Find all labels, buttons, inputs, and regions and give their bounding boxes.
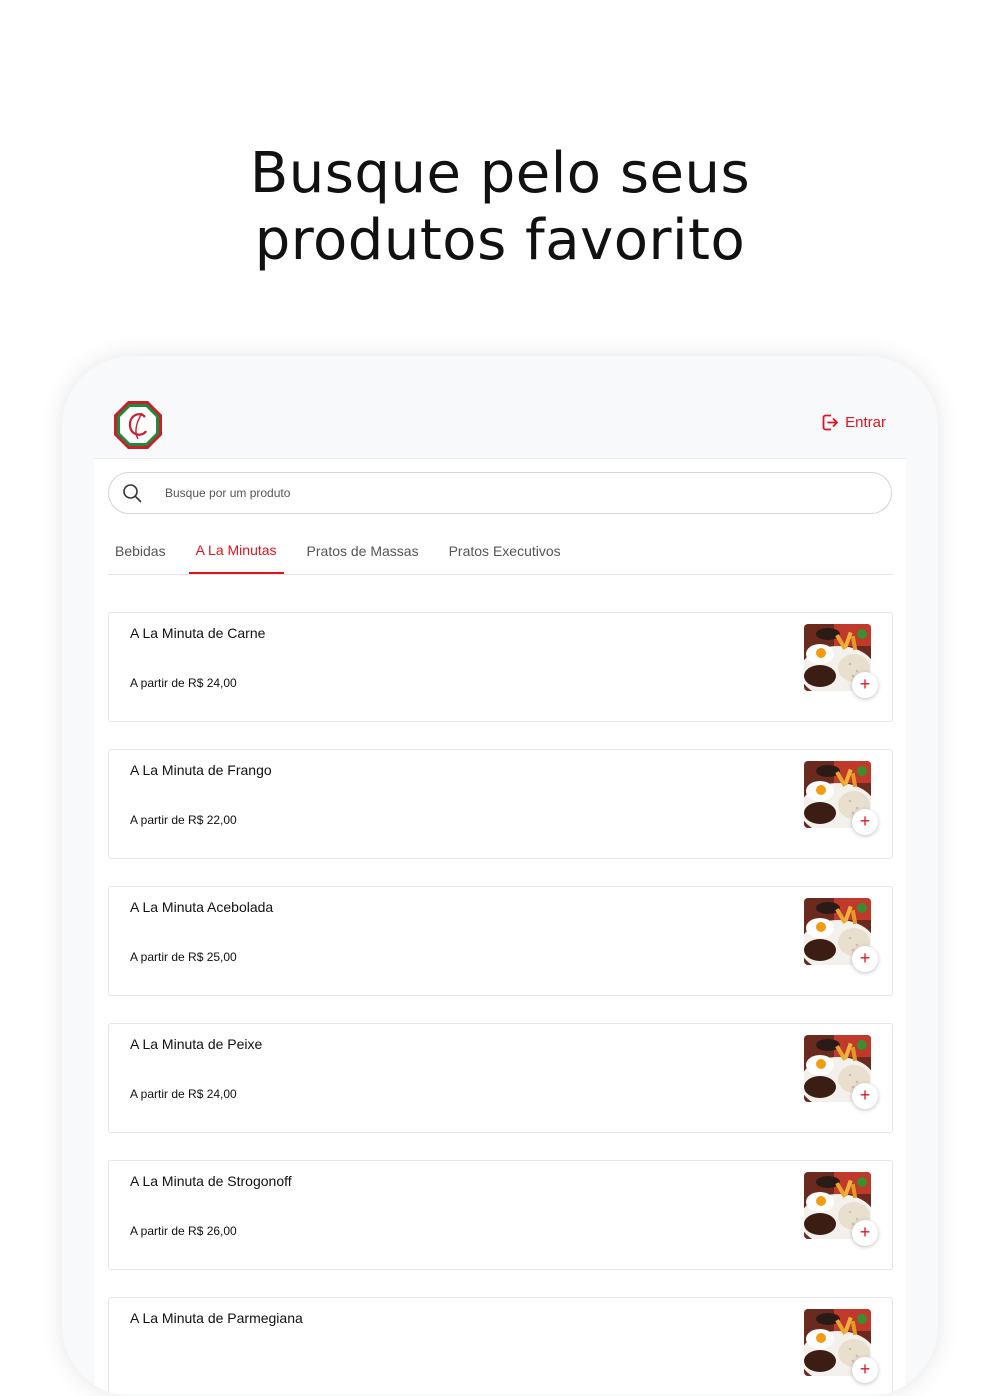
page-headline: Busque pelo seus produtos favorito bbox=[0, 140, 1000, 274]
product-card[interactable]: A La Minuta de Parmegiana + bbox=[108, 1297, 893, 1394]
tab-pratos-executivos[interactable]: Pratos Executivos bbox=[442, 530, 568, 574]
tab-pratos-de-massas[interactable]: Pratos de Massas bbox=[300, 530, 426, 574]
product-price: A partir de R$ 26,00 bbox=[130, 1224, 237, 1238]
add-to-cart-button[interactable]: + bbox=[852, 946, 878, 972]
product-price: A partir de R$ 24,00 bbox=[130, 676, 237, 690]
app-screen: Entrar Bebidas A La Minutas Pratos de Ma… bbox=[94, 394, 906, 1394]
tab-bebidas[interactable]: Bebidas bbox=[108, 530, 173, 574]
product-name: A La Minuta de Parmegiana bbox=[130, 1310, 303, 1326]
tablet-frame: Entrar Bebidas A La Minutas Pratos de Ma… bbox=[62, 356, 938, 1396]
search-bar[interactable] bbox=[108, 472, 892, 514]
product-name: A La Minuta Acebolada bbox=[130, 899, 274, 915]
tab-a-la-minutas[interactable]: A La Minutas bbox=[188, 530, 284, 574]
add-to-cart-button[interactable]: + bbox=[852, 1220, 878, 1246]
product-card[interactable]: A La Minuta de Frango A partir de R$ 22,… bbox=[108, 749, 893, 859]
headline-line-2: produtos favorito bbox=[254, 208, 746, 273]
product-card[interactable]: A La Minuta de Peixe A partir de R$ 24,0… bbox=[108, 1023, 893, 1133]
add-to-cart-button[interactable]: + bbox=[852, 1357, 878, 1383]
login-label: Entrar bbox=[845, 414, 886, 431]
product-card[interactable]: A La Minuta de Carne A partir de R$ 24,0… bbox=[108, 612, 893, 722]
product-name: A La Minuta de Strogonoff bbox=[130, 1173, 292, 1189]
product-price: A partir de R$ 24,00 bbox=[130, 1087, 237, 1101]
restaurant-logo-icon[interactable] bbox=[112, 399, 164, 451]
product-price: A partir de R$ 22,00 bbox=[130, 813, 237, 827]
category-tabs: Bebidas A La Minutas Pratos de Massas Pr… bbox=[108, 530, 893, 575]
search-icon bbox=[123, 484, 142, 503]
login-button[interactable]: Entrar bbox=[822, 414, 886, 431]
add-to-cart-button[interactable]: + bbox=[852, 809, 878, 835]
app-header: Entrar bbox=[94, 394, 906, 459]
headline-line-1: Busque pelo seus bbox=[249, 141, 751, 206]
product-card[interactable]: A La Minuta de Strogonoff A partir de R$… bbox=[108, 1160, 893, 1270]
add-to-cart-button[interactable]: + bbox=[852, 672, 878, 698]
login-icon bbox=[822, 414, 839, 431]
search-input[interactable] bbox=[163, 485, 767, 501]
product-name: A La Minuta de Peixe bbox=[130, 1036, 263, 1052]
product-name: A La Minuta de Carne bbox=[130, 625, 266, 641]
add-to-cart-button[interactable]: + bbox=[852, 1083, 878, 1109]
product-name: A La Minuta de Frango bbox=[130, 762, 272, 778]
product-card[interactable]: A La Minuta Acebolada A partir de R$ 25,… bbox=[108, 886, 893, 996]
product-price: A partir de R$ 25,00 bbox=[130, 950, 237, 964]
